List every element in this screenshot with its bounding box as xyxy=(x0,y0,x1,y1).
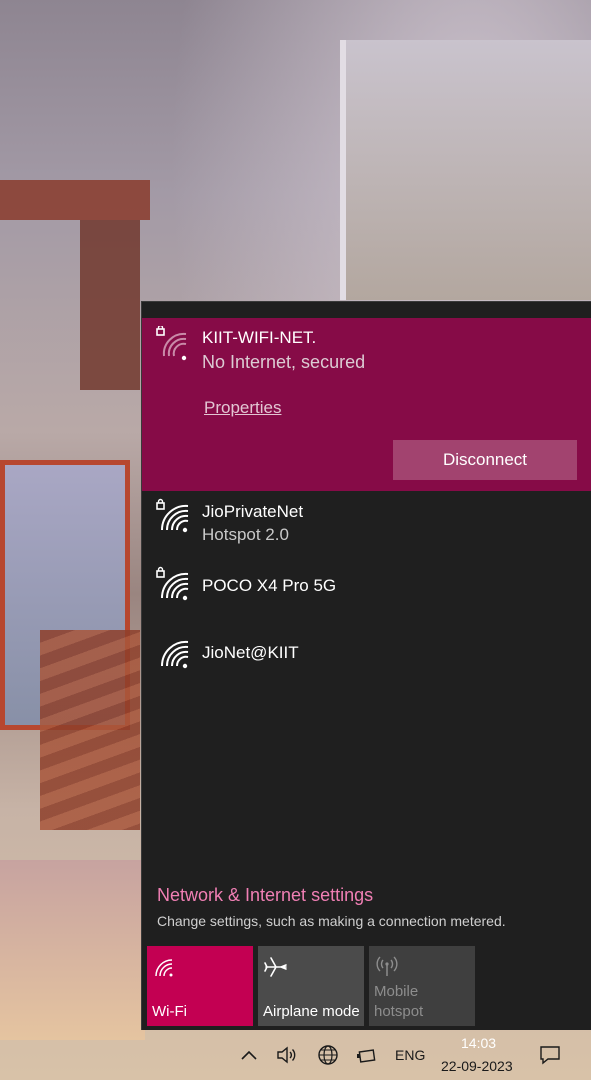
network-name: KIIT-WIFI-NET. xyxy=(202,328,317,347)
network-item-jionet-kiit[interactable]: JioNet@KIIT xyxy=(142,628,591,694)
wallpaper-stairs xyxy=(40,630,140,830)
disconnect-button[interactable]: Disconnect xyxy=(393,440,577,480)
network-status: No Internet, secured xyxy=(202,352,366,372)
tile-label-line: hotspot xyxy=(374,1003,424,1020)
wallpaper-floor xyxy=(0,860,145,1040)
network-name: JioPrivateNet xyxy=(202,502,304,521)
tile-label: Wi-Fi xyxy=(152,1003,187,1020)
input-language-indicator[interactable]: ENG xyxy=(395,1047,425,1063)
mobile-hotspot-tile[interactable]: Mobile hotspot xyxy=(369,946,475,1026)
wifi-icon xyxy=(155,959,173,977)
wifi-secured-icon xyxy=(156,566,189,601)
action-center-icon[interactable] xyxy=(538,1043,562,1067)
hotspot-icon xyxy=(376,956,398,976)
wallpaper-shelf xyxy=(0,180,150,220)
airplane-icon xyxy=(264,957,287,977)
network-item-connected[interactable]: KIIT-WIFI-NET. No Internet, secured Prop… xyxy=(142,318,591,491)
properties-link[interactable]: Properties xyxy=(204,398,281,418)
wifi-open-icon xyxy=(160,640,189,669)
network-name: POCO X4 Pro 5G xyxy=(202,576,337,595)
taskbar-tray: ENG 14:03 22-09-2023 xyxy=(141,1029,591,1080)
chevron-up-icon[interactable] xyxy=(237,1043,261,1067)
network-globe-icon[interactable] xyxy=(316,1043,340,1067)
network-item-jioprivatenet[interactable]: JioPrivateNet Hotspot 2.0 xyxy=(142,492,591,558)
wifi-toggle-tile[interactable]: Wi-Fi xyxy=(147,946,253,1026)
tile-label: Mobile hotspot xyxy=(374,982,423,1022)
network-status: Hotspot 2.0 xyxy=(202,525,289,544)
tile-label: Airplane mode xyxy=(263,1003,360,1020)
wallpaper-bookcase xyxy=(80,220,140,390)
tile-label-line: Mobile xyxy=(374,983,419,1000)
wallpaper-window xyxy=(340,40,591,300)
wifi-secured-icon xyxy=(156,498,189,533)
wifi-secured-warning-icon xyxy=(156,326,187,361)
network-flyout: KIIT-WIFI-NET. No Internet, secured Prop… xyxy=(141,301,591,1030)
network-settings-link[interactable]: Network & Internet settings xyxy=(157,885,373,906)
airplane-mode-tile[interactable]: Airplane mode xyxy=(258,946,364,1026)
network-name: JioNet@KIIT xyxy=(202,643,299,662)
battery-icon[interactable] xyxy=(355,1043,379,1067)
network-item-poco[interactable]: POCO X4 Pro 5G xyxy=(142,560,591,626)
network-settings-description: Change settings, such as making a connec… xyxy=(157,913,506,929)
clock-time[interactable]: 14:03 xyxy=(461,1035,496,1051)
volume-icon[interactable] xyxy=(275,1043,299,1067)
clock-date[interactable]: 22-09-2023 xyxy=(441,1058,513,1074)
